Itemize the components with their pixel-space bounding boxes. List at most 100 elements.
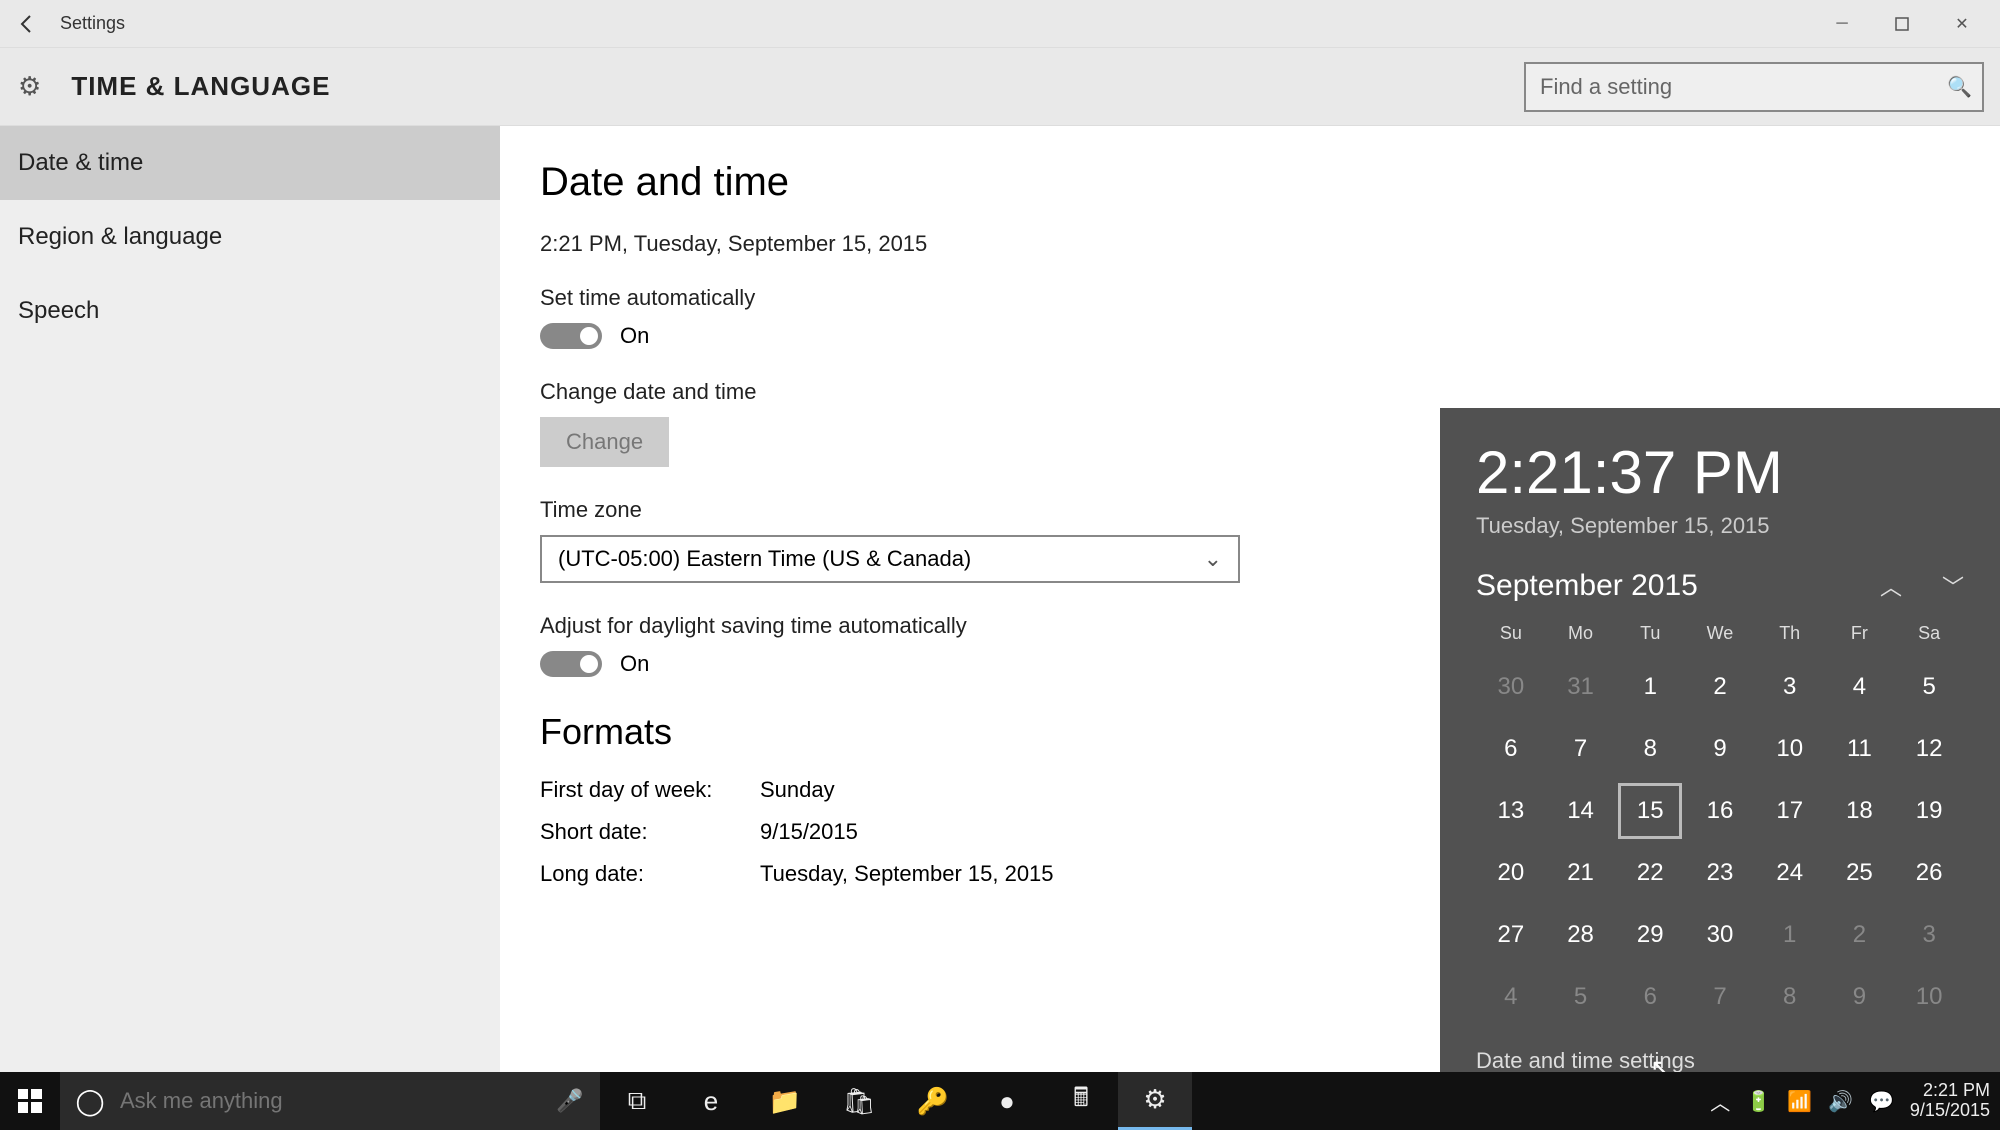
calendar-day[interactable]: 5 bbox=[1894, 656, 1964, 718]
calendar-day[interactable]: 22 bbox=[1615, 842, 1685, 904]
flyout-date: Tuesday, September 15, 2015 bbox=[1476, 513, 1964, 539]
calendar-day[interactable]: 10 bbox=[1894, 966, 1964, 1028]
calculator-icon[interactable]: 🖩 bbox=[1044, 1072, 1118, 1130]
sidebar-item-date-time[interactable]: Date & time bbox=[0, 126, 500, 200]
cortana-input[interactable] bbox=[120, 1088, 540, 1114]
calendar-day[interactable]: 1 bbox=[1755, 904, 1825, 966]
flyout-time: 2:21:37 PM bbox=[1476, 438, 1964, 507]
section-header: ⚙ TIME & LANGUAGE 🔍 bbox=[0, 48, 2000, 126]
calendar-day[interactable]: 15 bbox=[1615, 780, 1685, 842]
sidebar-item-label: Region & language bbox=[18, 223, 222, 251]
cortana-search[interactable]: ◯ 🎤 bbox=[60, 1072, 600, 1130]
date-time-settings-link[interactable]: Date and time settings bbox=[1476, 1048, 1964, 1072]
calendar-day[interactable]: 1 bbox=[1615, 656, 1685, 718]
calendar-day[interactable]: 30 bbox=[1685, 904, 1755, 966]
minimize-button[interactable]: ─ bbox=[1812, 4, 1872, 44]
calendar-day[interactable]: 12 bbox=[1894, 718, 1964, 780]
sidebar-item-region-language[interactable]: Region & language bbox=[0, 200, 500, 274]
calendar-day[interactable]: 5 bbox=[1546, 966, 1616, 1028]
back-button[interactable] bbox=[8, 4, 48, 44]
settings-taskbar-icon[interactable]: ⚙ bbox=[1118, 1072, 1192, 1130]
search-input[interactable] bbox=[1524, 62, 1984, 112]
set-time-auto-toggle[interactable] bbox=[540, 323, 602, 349]
calendar-dow: Mo bbox=[1546, 623, 1616, 656]
flyout-month: September 2015 bbox=[1476, 569, 1698, 603]
content-pane: Date and time 2:21 PM, Tuesday, Septembe… bbox=[500, 126, 2000, 1072]
tray-expand-icon[interactable]: ︿ bbox=[1710, 1087, 1730, 1116]
calendar-day[interactable]: 13 bbox=[1476, 780, 1546, 842]
calendar-day[interactable]: 9 bbox=[1685, 718, 1755, 780]
sidebar-item-label: Date & time bbox=[18, 149, 143, 177]
calendar-day[interactable]: 16 bbox=[1685, 780, 1755, 842]
calendar-day[interactable]: 29 bbox=[1615, 904, 1685, 966]
battery-icon[interactable]: 🔋 bbox=[1746, 1089, 1771, 1114]
calendar-day[interactable]: 28 bbox=[1546, 904, 1616, 966]
calendar-day[interactable]: 11 bbox=[1825, 718, 1895, 780]
calendar-day[interactable]: 17 bbox=[1755, 780, 1825, 842]
microphone-icon[interactable]: 🎤 bbox=[540, 1088, 600, 1114]
dst-state: On bbox=[620, 651, 649, 677]
calendar-day[interactable]: 21 bbox=[1546, 842, 1616, 904]
calendar-day[interactable]: 2 bbox=[1825, 904, 1895, 966]
task-view-button[interactable]: ⧉ bbox=[600, 1072, 674, 1130]
calendar-day[interactable]: 6 bbox=[1615, 966, 1685, 1028]
dst-toggle[interactable] bbox=[540, 651, 602, 677]
calendar-day[interactable]: 4 bbox=[1825, 656, 1895, 718]
calendar-day[interactable]: 7 bbox=[1685, 966, 1755, 1028]
timezone-select[interactable]: (UTC-05:00) Eastern Time (US & Canada) ⌄ bbox=[540, 535, 1240, 583]
calendar-day[interactable]: 8 bbox=[1615, 718, 1685, 780]
sidebar-item-label: Speech bbox=[18, 297, 99, 325]
calendar-day[interactable]: 3 bbox=[1755, 656, 1825, 718]
calendar-day[interactable]: 14 bbox=[1546, 780, 1616, 842]
calendar-day[interactable]: 27 bbox=[1476, 904, 1546, 966]
calendar-day[interactable]: 25 bbox=[1825, 842, 1895, 904]
firefox-icon[interactable]: ● bbox=[970, 1072, 1044, 1130]
volume-icon[interactable]: 🔊 bbox=[1828, 1089, 1853, 1114]
month-prev-button[interactable]: ︿ bbox=[1880, 570, 1902, 602]
timezone-value: (UTC-05:00) Eastern Time (US & Canada) bbox=[558, 546, 971, 572]
tray-date: 9/15/2015 bbox=[1910, 1101, 1990, 1121]
set-time-auto-label: Set time automatically bbox=[540, 285, 1960, 311]
app-icon[interactable]: 🔑 bbox=[896, 1072, 970, 1130]
wifi-icon[interactable]: 📶 bbox=[1787, 1089, 1812, 1114]
calendar-day[interactable]: 7 bbox=[1546, 718, 1616, 780]
calendar-day[interactable]: 30 bbox=[1476, 656, 1546, 718]
calendar-day[interactable]: 8 bbox=[1755, 966, 1825, 1028]
long-date-value: Tuesday, September 15, 2015 bbox=[760, 861, 1054, 887]
change-datetime-label: Change date and time bbox=[540, 379, 1960, 405]
sidebar-item-speech[interactable]: Speech bbox=[0, 274, 500, 348]
calendar-day[interactable]: 10 bbox=[1755, 718, 1825, 780]
action-center-icon[interactable]: 💬 bbox=[1869, 1089, 1894, 1114]
store-icon[interactable]: 🛍 bbox=[822, 1072, 896, 1130]
close-button[interactable]: ✕ bbox=[1932, 4, 1992, 44]
month-next-button[interactable]: ﹀ bbox=[1942, 570, 1964, 602]
first-day-label: First day of week: bbox=[540, 777, 760, 803]
edge-icon[interactable]: e bbox=[674, 1072, 748, 1130]
calendar-day[interactable]: 24 bbox=[1755, 842, 1825, 904]
app-title: Settings bbox=[60, 13, 125, 34]
maximize-button[interactable] bbox=[1872, 4, 1932, 44]
cortana-icon: ◯ bbox=[60, 1086, 120, 1117]
tray-clock[interactable]: 2:21 PM 9/15/2015 bbox=[1910, 1081, 1990, 1121]
long-date-label: Long date: bbox=[540, 861, 760, 887]
change-button[interactable]: Change bbox=[540, 417, 669, 467]
section-title: TIME & LANGUAGE bbox=[71, 71, 330, 102]
calendar-day[interactable]: 6 bbox=[1476, 718, 1546, 780]
calendar-day[interactable]: 23 bbox=[1685, 842, 1755, 904]
calendar-day[interactable]: 31 bbox=[1546, 656, 1616, 718]
calendar-day[interactable]: 2 bbox=[1685, 656, 1755, 718]
calendar-day[interactable]: 20 bbox=[1476, 842, 1546, 904]
calendar-day[interactable]: 9 bbox=[1825, 966, 1895, 1028]
calendar-day[interactable]: 3 bbox=[1894, 904, 1964, 966]
titlebar: Settings ─ ✕ bbox=[0, 0, 2000, 48]
calendar-day[interactable]: 18 bbox=[1825, 780, 1895, 842]
search-icon: 🔍 bbox=[1947, 74, 1972, 99]
calendar-dow: We bbox=[1685, 623, 1755, 656]
calendar-dow: Su bbox=[1476, 623, 1546, 656]
start-button[interactable] bbox=[0, 1072, 60, 1130]
set-time-auto-state: On bbox=[620, 323, 649, 349]
file-explorer-icon[interactable]: 📁 bbox=[748, 1072, 822, 1130]
calendar-day[interactable]: 19 bbox=[1894, 780, 1964, 842]
calendar-day[interactable]: 26 bbox=[1894, 842, 1964, 904]
calendar-day[interactable]: 4 bbox=[1476, 966, 1546, 1028]
